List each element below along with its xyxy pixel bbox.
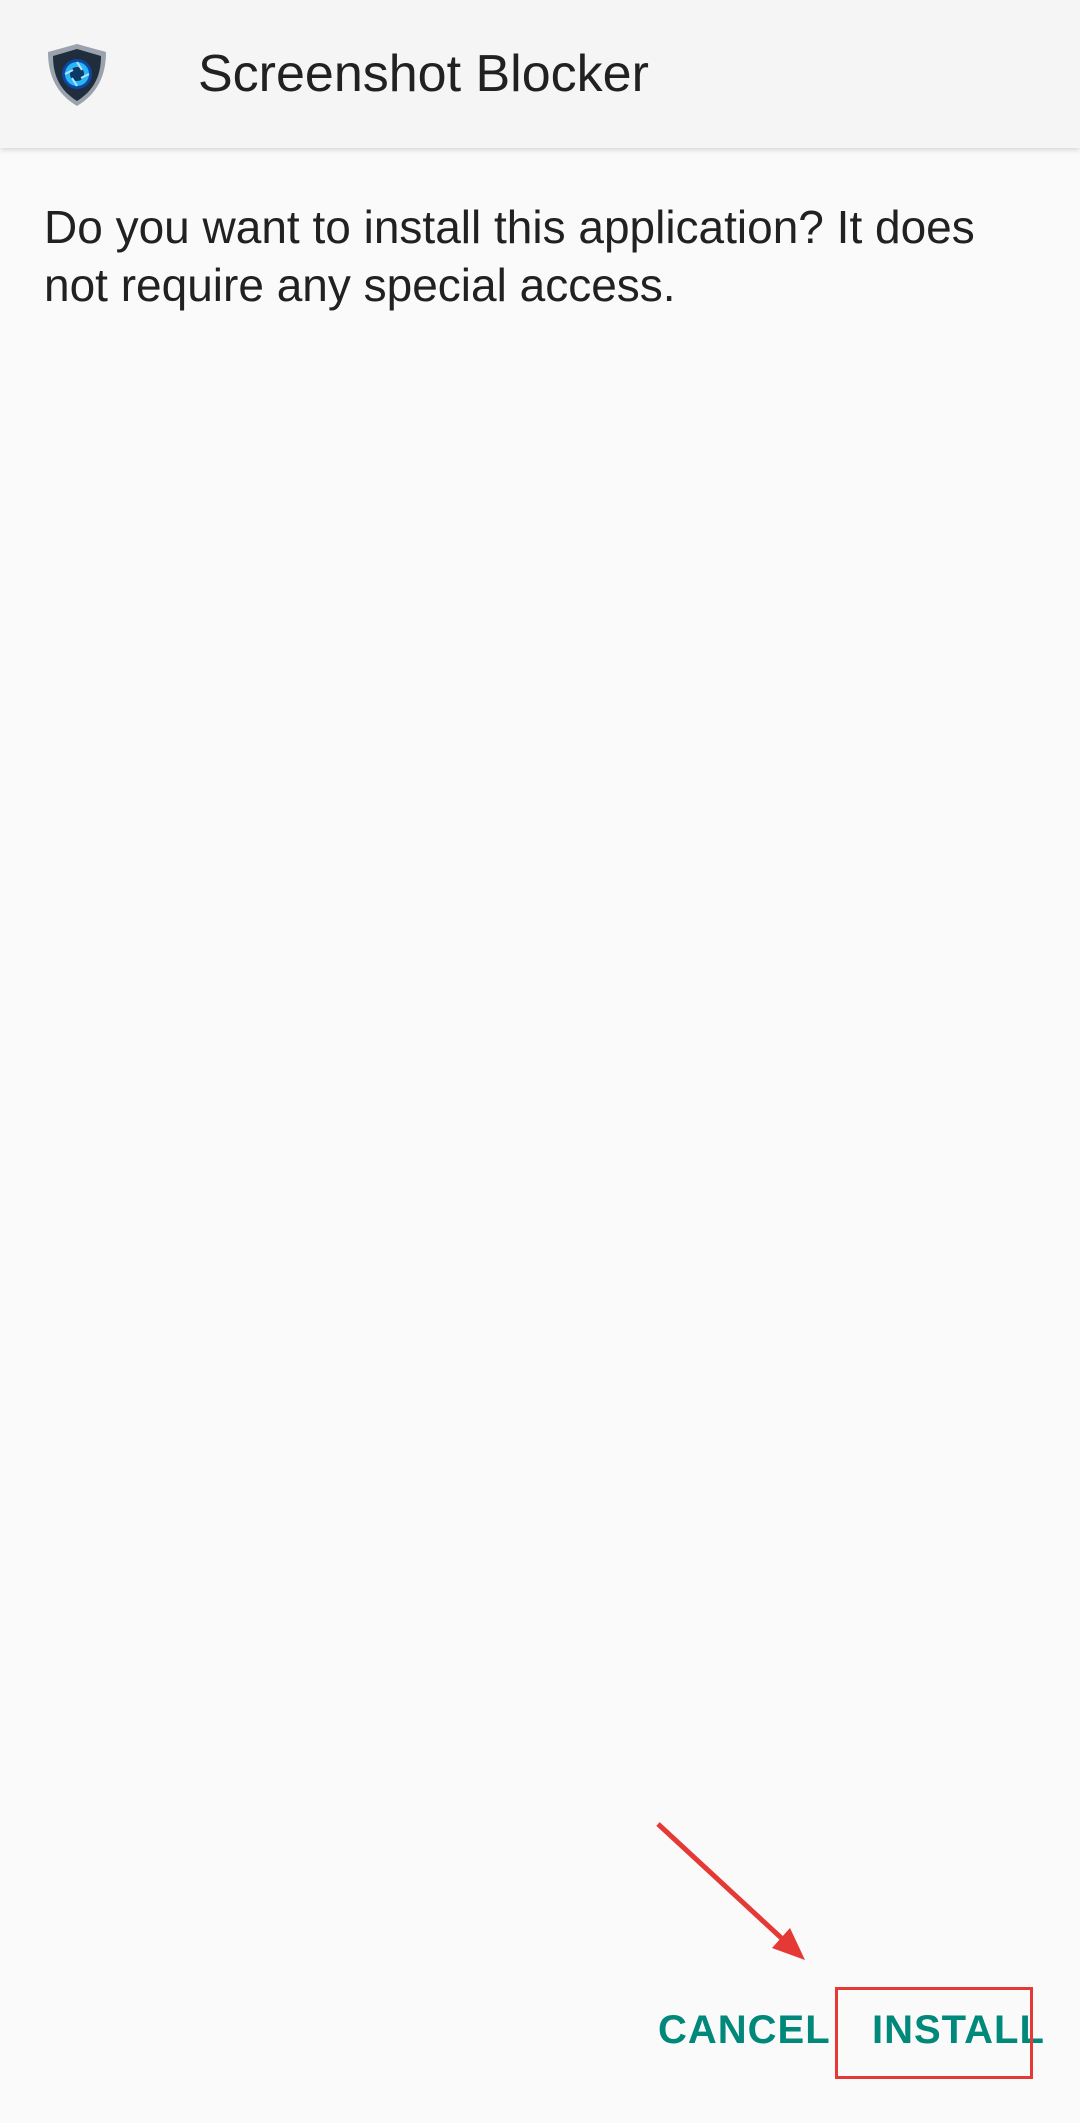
install-prompt-message: Do you want to install this application?… bbox=[44, 201, 975, 311]
annotation-highlight-box bbox=[835, 1987, 1033, 2079]
cancel-button[interactable]: CANCEL bbox=[658, 1990, 830, 2070]
app-bar: Screenshot Blocker bbox=[0, 0, 1080, 148]
shield-icon bbox=[42, 40, 112, 110]
annotation-arrow bbox=[656, 1822, 805, 1960]
app-title: Screenshot Blocker bbox=[198, 45, 649, 103]
